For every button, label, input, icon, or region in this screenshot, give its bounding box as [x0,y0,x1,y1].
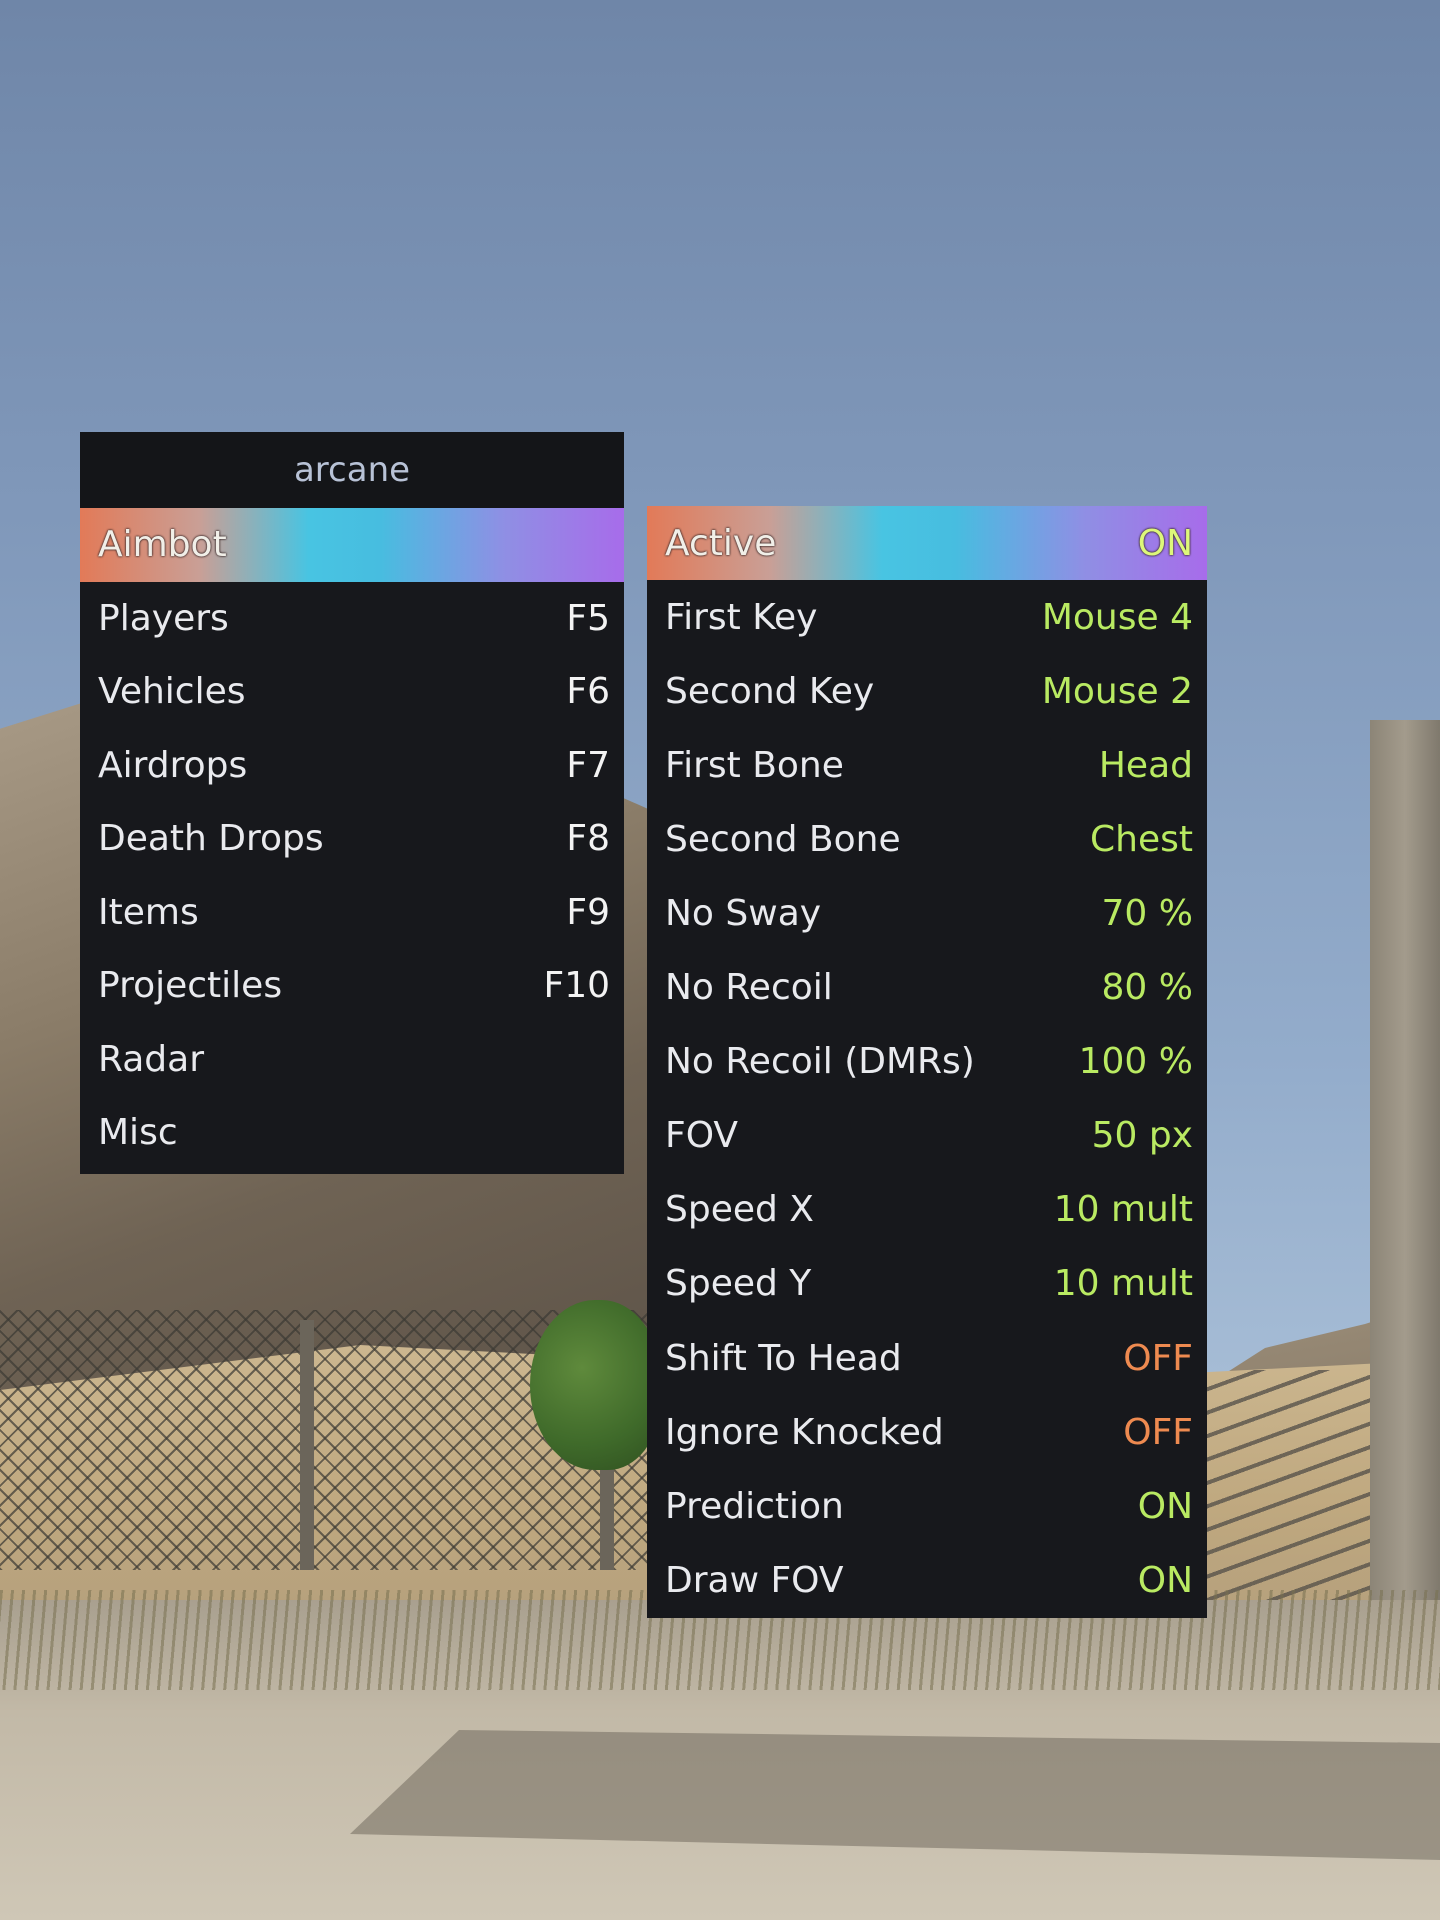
setting-value[interactable]: 50 px [1092,1115,1193,1156]
setting-label: Shift To Head [665,1337,902,1379]
category-item-vehicles[interactable]: Vehicles F6 [80,655,624,729]
setting-row-active[interactable]: Active ON [647,506,1207,581]
setting-label: Ignore Knocked [665,1411,944,1453]
category-label: Projectiles [98,965,283,1007]
category-item-radar[interactable]: Radar [80,1023,624,1097]
hotkey-label: F9 [566,891,610,933]
hotkey-label: F6 [566,671,610,713]
category-label: Radar [98,1038,204,1080]
setting-value[interactable]: 10 mult [1054,1263,1193,1304]
aimbot-settings-panel: Active ON First Key Mouse 4 Second Key Mouse … [647,506,1207,1618]
setting-value[interactable]: 80 % [1102,967,1193,1008]
category-label: Misc [98,1112,178,1154]
setting-row-ignore-knocked[interactable]: Ignore Knocked OFF [647,1395,1207,1469]
hotkey-label: F10 [543,965,610,1007]
concrete-tower [1370,720,1440,1720]
category-menu: arcane Aimbot Players F5 Vehicles F6 Airdrops… [80,432,624,1174]
settings-list: Active ON First Key Mouse 4 Second Key Mouse … [647,506,1207,1617]
setting-label: First Key [665,596,818,638]
category-item-aimbot[interactable]: Aimbot [80,508,624,582]
category-item-airdrops[interactable]: Airdrops F7 [80,729,624,803]
setting-value[interactable]: OFF [1123,1412,1193,1453]
category-item-death-drops[interactable]: Death Drops F8 [80,802,624,876]
setting-row-prediction[interactable]: Prediction ON [647,1469,1207,1543]
setting-label: FOV [665,1115,739,1157]
setting-label: Speed Y [665,1263,812,1305]
setting-label: No Sway [665,893,822,935]
setting-row-second-bone[interactable]: Second Bone Chest [647,802,1207,876]
setting-label: Second Key [665,670,875,712]
category-label: Items [98,891,199,933]
setting-label: Active [665,522,777,564]
setting-value[interactable]: ON [1138,1486,1193,1527]
setting-value[interactable]: 70 % [1102,893,1193,934]
setting-value[interactable]: Mouse 2 [1042,671,1193,712]
setting-value[interactable]: ON [1138,1560,1193,1601]
setting-row-no-recoil[interactable]: No Recoil 80 % [647,951,1207,1025]
setting-row-second-key[interactable]: Second Key Mouse 2 [647,654,1207,728]
category-item-misc[interactable]: Misc [80,1096,624,1170]
setting-value[interactable]: Head [1099,745,1193,786]
setting-row-speed-y[interactable]: Speed Y 10 mult [647,1247,1207,1321]
setting-value[interactable]: 10 mult [1054,1189,1193,1230]
setting-row-shift-to-head[interactable]: Shift To Head OFF [647,1321,1207,1395]
setting-value[interactable]: 100 % [1079,1041,1193,1082]
menu-title: arcane [80,432,624,508]
hotkey-label: F7 [566,744,610,786]
setting-label: No Recoil (DMRs) [665,1041,975,1083]
setting-label: First Bone [665,744,844,786]
category-item-projectiles[interactable]: Projectiles F10 [80,949,624,1023]
setting-label: Draw FOV [665,1559,844,1601]
setting-row-first-bone[interactable]: First Bone Head [647,728,1207,802]
setting-label: Prediction [665,1485,844,1527]
hotkey-label: F8 [566,818,610,860]
setting-value[interactable]: ON [1138,523,1193,564]
category-label: Death Drops [98,818,324,860]
setting-row-first-key[interactable]: First Key Mouse 4 [647,580,1207,654]
category-label: Vehicles [98,671,246,713]
setting-value[interactable]: Mouse 4 [1042,597,1193,638]
setting-row-fov[interactable]: FOV 50 px [647,1099,1207,1173]
setting-row-speed-x[interactable]: Speed X 10 mult [647,1173,1207,1247]
category-item-players[interactable]: Players F5 [80,582,624,656]
setting-label: Speed X [665,1189,814,1231]
setting-row-no-sway[interactable]: No Sway 70 % [647,876,1207,950]
tree [530,1300,660,1470]
category-item-items[interactable]: Items F9 [80,876,624,950]
category-label: Airdrops [98,744,248,786]
setting-label: No Recoil [665,967,833,1009]
category-label: Players [98,597,229,639]
setting-value[interactable]: OFF [1123,1338,1193,1379]
setting-value[interactable]: Chest [1090,819,1193,860]
setting-row-draw-fov[interactable]: Draw FOV ON [647,1543,1207,1617]
stairs [1190,1370,1380,1620]
fence-post [300,1320,314,1570]
category-list: Aimbot Players F5 Vehicles F6 Airdrops F7 Death… [80,508,624,1170]
category-label: Aimbot [98,524,227,566]
setting-label: Second Bone [665,818,901,860]
hotkey-label: F5 [566,597,610,639]
setting-row-no-recoil-dmrs[interactable]: No Recoil (DMRs) 100 % [647,1025,1207,1099]
